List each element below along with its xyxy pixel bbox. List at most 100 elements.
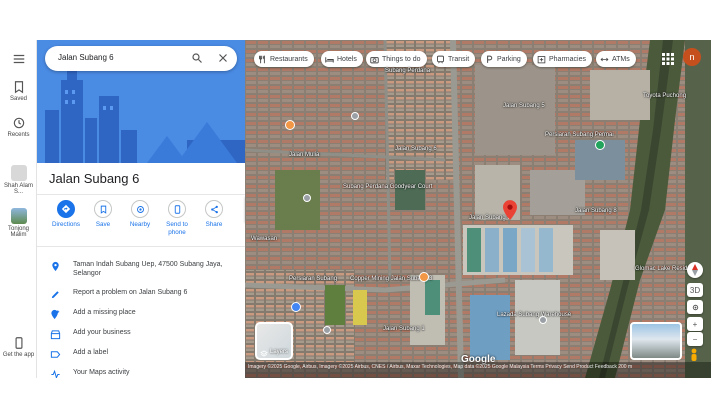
map-attribution: Imagery ©2025 Google, Airbus, Imagery ©2…: [245, 362, 711, 378]
recent-place-thumbnail: [10, 165, 27, 181]
save-button[interactable]: Save: [83, 200, 123, 229]
add-label-row[interactable]: Add a label: [37, 346, 245, 366]
compass-button[interactable]: [687, 262, 703, 278]
poi-pin-icon[interactable]: [351, 112, 359, 120]
add-missing-place-row[interactable]: Add a missing place: [37, 306, 245, 326]
address-row[interactable]: Taman Indah Subang Uep, 47500 Subang Jay…: [37, 258, 245, 282]
zoom-in-button[interactable]: +: [687, 317, 703, 331]
action-label: Nearby: [129, 221, 151, 228]
place-actions: Directions Save Nearby Send to phone Sha…: [37, 200, 245, 244]
chip-label: Transit: [448, 55, 470, 63]
camera-icon: [370, 56, 379, 63]
action-label: Share: [205, 221, 223, 228]
label-icon: [50, 351, 61, 358]
map-label: Subang Perdana: [385, 68, 431, 74]
recent-place-thumbnail: [10, 208, 27, 224]
recent-place-label: Tonjong Malim: [7, 226, 30, 238]
directions-icon: [61, 204, 71, 214]
zoom-out-button[interactable]: −: [687, 332, 703, 346]
action-label: Directions: [52, 221, 80, 228]
map-label: Lazada Subang Warehouse: [497, 312, 572, 318]
map-label: Persiaran Subang Permai: [545, 132, 614, 138]
restaurant-pin-icon[interactable]: [285, 120, 295, 130]
share-icon: [210, 205, 218, 213]
recent-place-1[interactable]: Shah Alam S...: [0, 165, 37, 195]
poi-pin-icon[interactable]: [539, 316, 547, 324]
parking-icon: [487, 55, 493, 63]
poi-pin-icon[interactable]: [323, 326, 331, 334]
search-box[interactable]: Jalan Subang 6: [45, 46, 237, 71]
nearby-icon: [136, 205, 144, 213]
add-label-text: Add a label: [73, 349, 109, 356]
nearby-button[interactable]: Nearby: [120, 200, 160, 229]
bookmark-icon: [14, 81, 23, 94]
tilt-button[interactable]: 3D: [687, 283, 703, 297]
recents-button[interactable]: Recents: [0, 116, 37, 138]
close-icon[interactable]: [217, 52, 229, 64]
chip-label: ATMs: [612, 55, 630, 63]
chip-transit[interactable]: Transit: [432, 51, 476, 67]
poi-pin-icon[interactable]: [291, 302, 301, 312]
add-business-row[interactable]: Add your business: [37, 326, 245, 346]
chip-label: Things to do: [382, 55, 421, 63]
side-rail: Saved Recents Shah Alam S... Tonjong Mal…: [0, 40, 37, 378]
map-label: Jalan Subang 8: [575, 208, 617, 214]
business-icon: [50, 330, 61, 340]
directions-button[interactable]: Directions: [46, 200, 86, 229]
poi-pin-icon[interactable]: [303, 194, 311, 202]
maps-activity-row[interactable]: Your Maps activity: [37, 366, 245, 378]
restaurant-pin-icon[interactable]: [419, 272, 429, 282]
search-input[interactable]: Jalan Subang 6: [58, 53, 114, 62]
pegman-icon[interactable]: [689, 348, 699, 362]
menu-button[interactable]: [0, 52, 37, 68]
street-view-thumbnail[interactable]: [630, 322, 682, 360]
divider: [37, 194, 245, 195]
browser-top-area: [0, 0, 711, 40]
poi-pin-icon[interactable]: [595, 140, 605, 150]
chip-hotels[interactable]: Hotels: [321, 51, 363, 67]
layers-button[interactable]: Layers: [255, 322, 293, 360]
recent-place-2[interactable]: Tonjong Malim: [0, 208, 37, 238]
place-hero-image: Jalan Subang 6: [37, 40, 245, 163]
account-avatar[interactable]: n: [683, 48, 701, 66]
map-label: Wawasan: [251, 236, 278, 242]
activity-icon: [51, 369, 60, 378]
transit-icon: [437, 55, 444, 63]
chip-parking[interactable]: Parking: [481, 51, 527, 67]
chip-atms[interactable]: ATMs: [596, 51, 636, 67]
map-label: Toyota Puchong: [643, 93, 687, 99]
send-to-phone-button[interactable]: Send to phone: [157, 200, 197, 237]
layers-icon: [260, 350, 268, 357]
saved-button[interactable]: Saved: [0, 80, 37, 102]
apps-grid-icon[interactable]: [662, 53, 674, 65]
chip-label: Restaurants: [270, 55, 308, 63]
action-label: Send to phone: [166, 221, 188, 236]
atm-icon: [600, 57, 609, 61]
map-label: Jalan Subang 1: [383, 326, 425, 332]
satellite-map[interactable]: Restaurants Hotels Things to do Transit …: [245, 40, 711, 378]
share-button[interactable]: Share: [194, 200, 234, 229]
chip-label: Hotels: [337, 55, 357, 63]
place-panel: Jalan Subang 6 Jalan Subang 6 Directions…: [37, 40, 245, 378]
address-text: Taman Indah Subang Uep, 47500 Subang Jay…: [73, 261, 223, 277]
search-icon[interactable]: [191, 52, 203, 64]
chip-things-to-do[interactable]: Things to do: [366, 51, 427, 67]
location-marker-icon[interactable]: [503, 200, 517, 220]
maps-activity-text: Your Maps activity: [73, 369, 130, 376]
my-location-button[interactable]: [687, 300, 703, 314]
chip-restaurants[interactable]: Restaurants: [254, 51, 314, 67]
my-location-icon: [692, 304, 698, 310]
location-pin-icon: [52, 261, 59, 272]
recent-place-label: Shah Alam S...: [3, 183, 34, 195]
add-place-icon: [51, 309, 60, 320]
history-icon: [13, 117, 24, 129]
chip-pharmacies[interactable]: Pharmacies: [533, 51, 592, 67]
restaurant-icon: [259, 54, 265, 63]
phone-icon: [15, 337, 22, 349]
page-bottom-area: [0, 378, 711, 400]
get-app-button[interactable]: Get the app: [0, 336, 37, 358]
layers-label: Layers: [270, 349, 289, 355]
report-problem-row[interactable]: Report a problem on Jalan Subang 6: [37, 286, 245, 306]
map-label: Subang Perdana Goodyear Court: [343, 184, 433, 190]
recents-label: Recents: [7, 132, 30, 138]
